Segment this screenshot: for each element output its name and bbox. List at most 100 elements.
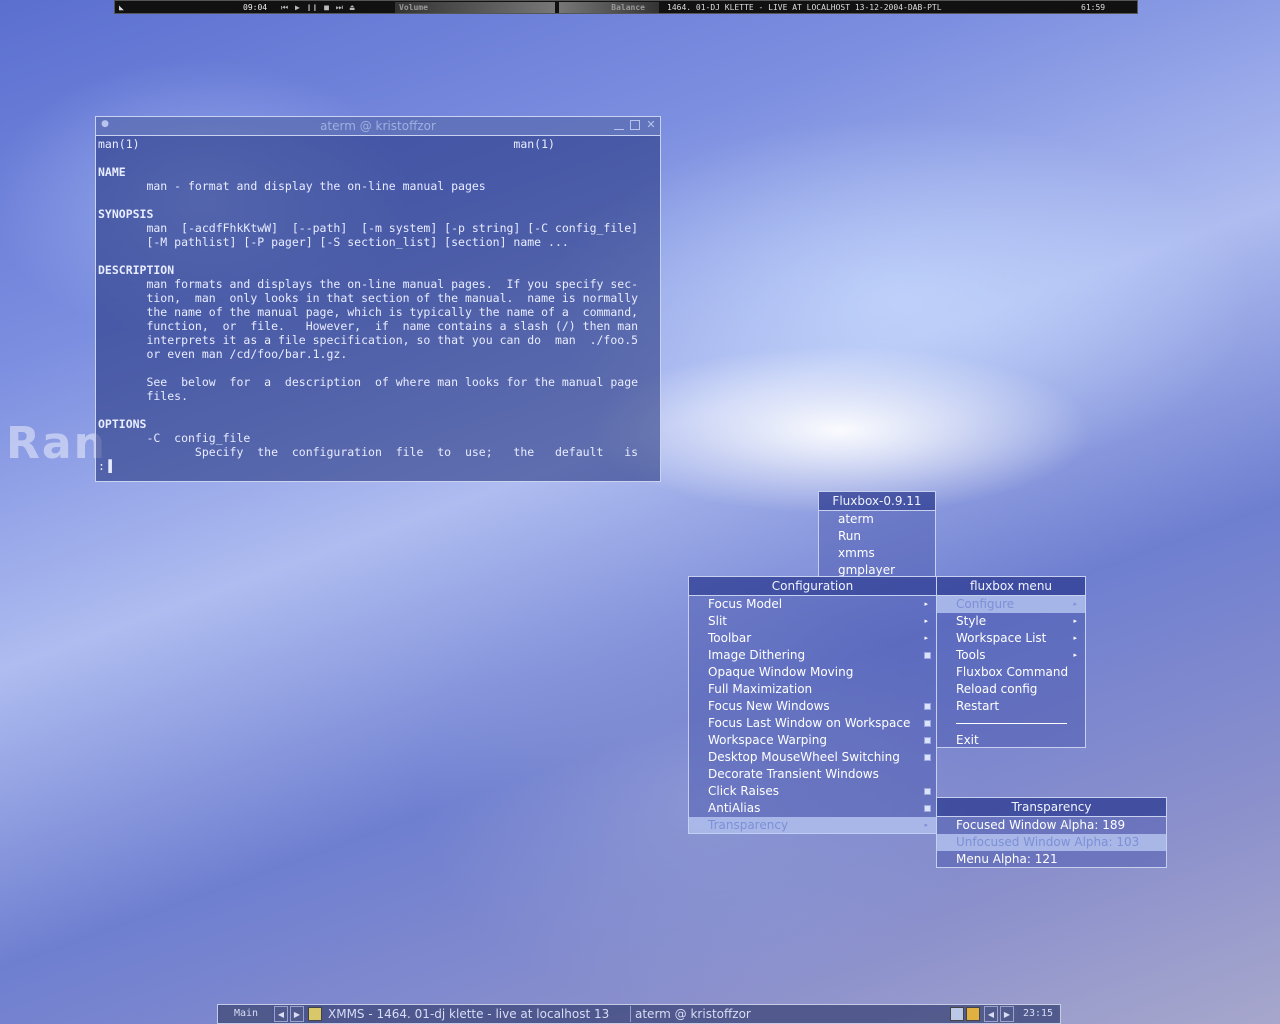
aterm-window[interactable]: ● aterm @ kristoffzor ✕ man(1) man(1) NAM… [95,116,661,482]
volume-slider[interactable]: Volume [395,2,555,13]
terminal-line: man(1) man(1) [98,137,555,151]
fluxbox-menu-item-fluxbox-command[interactable]: Fluxbox Command [937,664,1085,681]
close-icon[interactable]: ✕ [646,119,656,130]
toolbar-clock: 23:15 [1018,1006,1058,1022]
fluxbox-menu-item-style[interactable]: Style ▸ [937,613,1085,630]
menu-separator [956,723,1067,724]
checkbox-checked-icon[interactable] [924,703,931,710]
xmms-song-title: 1464. 01-DJ KLETTE - LIVE AT LOCALHOST 1… [667,3,942,12]
fluxbox-menu-item-label: Style [956,614,987,628]
fluxbox-toolbar: Main ◀ ▶ XMMS - 1464. 01-dj klette - liv… [217,1004,1061,1024]
terminal-line: :▐ [98,459,112,473]
xmms-player-bar[interactable]: ◣ 09:04 ⏮ ▶ ❙❙ ■ ⏭ ⏏ Volume Balance 1464… [114,0,1138,14]
checkbox-checked-icon[interactable] [924,788,931,795]
config-menu-item-label: AntiAlias [708,801,761,815]
root-menu-item-xmms[interactable]: xmms [819,545,935,562]
terminal-content[interactable]: man(1) man(1) NAME man - format and displ… [98,137,658,479]
terminal-line: or even man /cd/foo/bar.1.gz. [98,347,348,361]
taskbar-item-xmms[interactable]: XMMS - 1464. 01-dj klette - live at loca… [328,1006,624,1022]
config-menu-item-focus-model[interactable]: Focus Model ▸ [689,596,936,613]
terminal-line: DESCRIPTION [98,263,175,277]
checkbox-checked-icon[interactable] [924,737,931,744]
terminal-line: man formats and displays the on-line man… [98,277,639,291]
xmms-elapsed-time: 09:04 [243,3,268,12]
fluxbox-menu-item-workspace-list[interactable]: Workspace List ▸ [937,630,1085,647]
balance-slider[interactable]: Balance [559,2,659,13]
config-menu-item-label: Full Maximization [708,682,813,696]
fluxbox-menu: fluxbox menu Configure ▸ Style ▸ Workspace L… [936,576,1086,748]
xmms-task-icon [308,1007,322,1021]
config-menu-item-desktop-mousewheel-switching[interactable]: Desktop MouseWheel Switching [689,749,936,766]
taskbar-item-aterm[interactable]: aterm @ kristoffzor [630,1006,945,1022]
system-tray-icon[interactable] [950,1007,964,1021]
terminal-line: OPTIONS [98,417,147,431]
config-menu-item-toolbar[interactable]: Toolbar ▸ [689,630,936,647]
config-menu-item-workspace-warping[interactable]: Workspace Warping [689,732,936,749]
config-menu-item-focus-last-window-on-workspace[interactable]: Focus Last Window on Workspace [689,715,936,732]
terminal-line: -C config_file [98,431,251,445]
prev-window-icon[interactable]: ◀ [984,1006,998,1022]
next-workspace-icon[interactable]: ▶ [290,1006,304,1022]
root-menu-item-run[interactable]: Run [819,528,935,545]
terminal-line: files. [98,389,189,403]
maximize-icon[interactable] [630,120,640,130]
transparency-menu-item-unfocused-window-alpha-103[interactable]: Unfocused Window Alpha: 103 [937,834,1166,851]
submenu-arrow-icon: ▸ [924,617,928,625]
config-menu-item-label: Opaque Window Moving [708,665,854,679]
checkbox-checked-icon[interactable] [924,805,931,812]
transparency-menu-item-label: Unfocused Window Alpha: 103 [956,835,1140,849]
submenu-arrow-icon: ▸ [1073,600,1077,608]
window-menu-icon[interactable]: ● [100,120,110,130]
transparency-menu-item-menu-alpha-121[interactable]: Menu Alpha: 121 [937,851,1166,868]
fluxbox-menu-item-tools[interactable]: Tools ▸ [937,647,1085,664]
config-menu-item-transparency[interactable]: Transparency ▸ [689,817,936,834]
transparency-menu-item-focused-window-alpha-189[interactable]: Focused Window Alpha: 189 [937,817,1166,834]
checkbox-checked-icon[interactable] [924,754,931,761]
config-menu-item-label: Focus Model [708,597,783,611]
fluxbox-menu-item-restart[interactable]: Restart [937,698,1085,715]
terminal-line: NAME [98,165,126,179]
config-menu-item-label: Decorate Transient Windows [708,767,879,781]
next-window-icon[interactable]: ▶ [1000,1006,1014,1022]
config-menu-item-label: Image Dithering [708,648,806,662]
minimize-icon[interactable] [614,120,624,130]
fluxbox-menu-item-label: Exit [956,733,979,747]
submenu-arrow-icon: ▸ [924,634,928,642]
submenu-arrow-icon: ▸ [924,600,928,608]
fluxbox-menu-item-reload-config[interactable]: Reload config [937,681,1085,698]
config-menu-item-focus-new-windows[interactable]: Focus New Windows [689,698,936,715]
fluxbox-menu-item-label: Reload config [956,682,1038,696]
tray-app-icon[interactable] [966,1007,980,1021]
checkbox-checked-icon[interactable] [924,720,931,727]
submenu-arrow-icon: ▸ [1073,634,1077,642]
fluxbox-menu-item-exit[interactable]: Exit [937,732,1085,749]
fluxbox-menu-item-configure[interactable]: Configure ▸ [937,596,1085,613]
transparency-menu-item-label: Focused Window Alpha: 189 [956,818,1126,832]
root-menu-item-label: Run [838,529,862,543]
xmms-playback-controls[interactable]: ⏮ ▶ ❙❙ ■ ⏭ ⏏ [281,2,391,13]
prev-workspace-icon[interactable]: ◀ [274,1006,288,1022]
terminal-line: [-M pathlist] [-P pager] [-S section_lis… [98,235,569,249]
workspace-name[interactable]: Main [220,1006,272,1022]
config-menu-item-opaque-window-moving[interactable]: Opaque Window Moving [689,664,936,681]
xmms-logo-icon[interactable]: ◣ [119,2,131,13]
xmms-total-time: 61:59 [1081,3,1106,12]
config-menu-item-antialias[interactable]: AntiAlias [689,800,936,817]
checkbox-checked-icon[interactable] [924,652,931,659]
fluxbox-menu-item-label: Workspace List [956,631,1047,645]
aterm-titlebar[interactable]: ● aterm @ kristoffzor ✕ [96,117,660,136]
root-menu-item-label: aterm [838,512,874,526]
config-menu-item-label: Slit [708,614,727,628]
terminal-line: See below for a description of where man… [98,375,639,389]
config-menu-item-image-dithering[interactable]: Image Dithering [689,647,936,664]
config-menu-item-click-raises[interactable]: Click Raises [689,783,936,800]
submenu-arrow-icon: ▸ [924,821,928,829]
config-menu-item-slit[interactable]: Slit ▸ [689,613,936,630]
config-menu-item-label: Focus Last Window on Workspace [708,716,911,730]
config-menu-item-decorate-transient-windows[interactable]: Decorate Transient Windows [689,766,936,783]
config-menu-item-full-maximization[interactable]: Full Maximization [689,681,936,698]
root-menu-item-aterm[interactable]: aterm [819,511,935,528]
configuration-menu-title: Configuration [689,577,936,596]
